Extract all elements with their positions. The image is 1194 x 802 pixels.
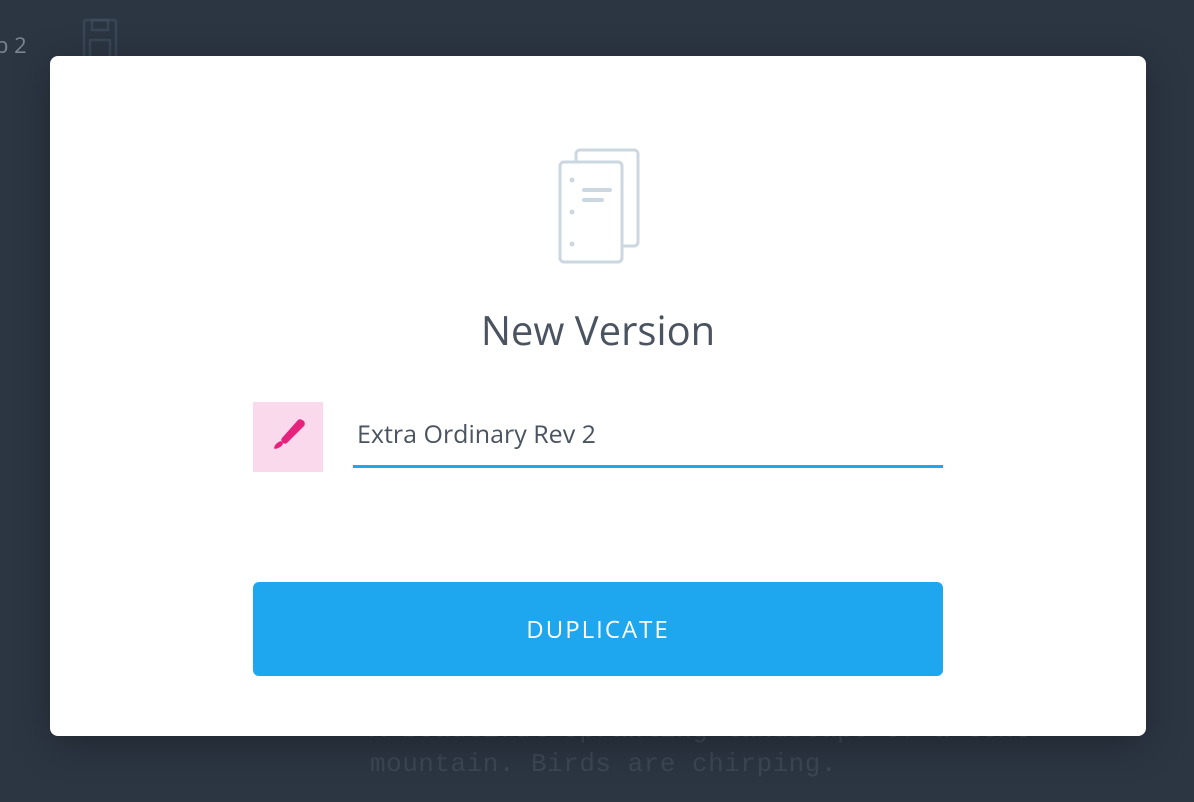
color-swatch[interactable]: [253, 402, 323, 472]
version-name-input[interactable]: [353, 407, 943, 468]
background-label-fragment: b 2: [0, 30, 27, 60]
modal-title: New Version: [481, 302, 715, 357]
duplicate-button[interactable]: DUPLICATE: [253, 582, 943, 676]
paintbrush-icon: [268, 415, 308, 460]
documents-icon: [548, 144, 648, 274]
name-input-row: [253, 402, 943, 472]
new-version-modal: New Version DUPLICATE: [50, 56, 1146, 736]
